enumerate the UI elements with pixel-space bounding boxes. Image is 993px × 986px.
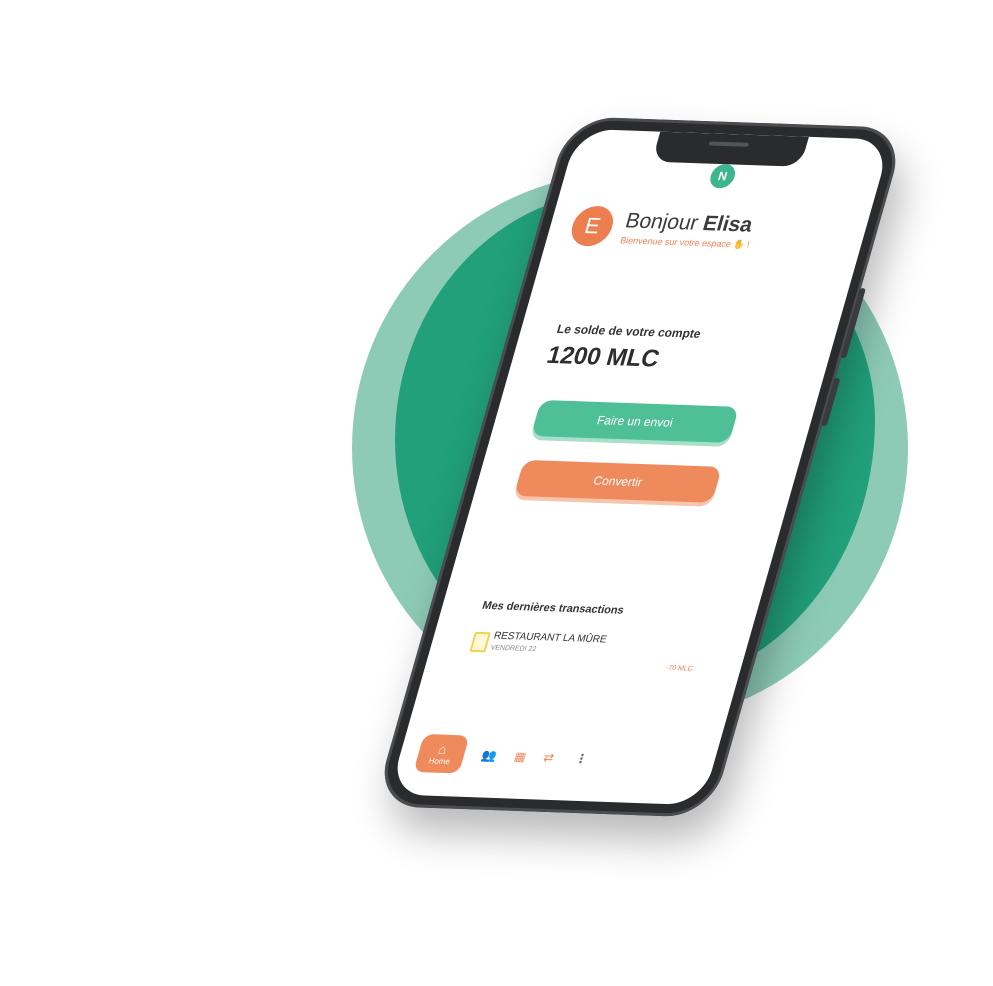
balance-value: 1200 MLC xyxy=(543,341,663,373)
store-icon[interactable]: ▦ xyxy=(513,749,528,763)
speaker-grille xyxy=(708,141,750,147)
balance-label: Le solde de votre compte xyxy=(555,321,703,341)
avatar[interactable]: E xyxy=(566,205,618,247)
brand-badge: N xyxy=(707,163,738,189)
greeting-header: E Bonjour Elisa Bienvenue sur votre espa… xyxy=(566,205,759,251)
receipt-icon xyxy=(469,631,491,653)
more-icon[interactable]: ⋮ xyxy=(574,751,590,765)
welcome-subtitle: Bienvenue sur votre espace ✋ ! xyxy=(619,235,751,251)
transaction-amount: -70 MLC xyxy=(664,664,694,673)
nav-home-button[interactable]: ⌂ Home xyxy=(413,733,470,774)
bottom-nav: ⌂ Home 👥 ▦ ⇄ ⋮ xyxy=(413,733,702,783)
greeting-word: Bonjour xyxy=(622,208,702,235)
transfer-icon[interactable]: ⇄ xyxy=(542,750,556,764)
transactions-title: Mes dernières transactions xyxy=(480,599,626,617)
users-icon[interactable]: 👥 xyxy=(480,748,499,763)
convert-button[interactable]: Convertir xyxy=(513,459,723,503)
send-button[interactable]: Faire un envoi xyxy=(530,399,740,443)
nav-home-label: Home xyxy=(427,755,452,766)
welcome-text: Bienvenue sur votre espace xyxy=(619,234,733,249)
wave-emoji-icon: ✋ ! xyxy=(732,238,752,250)
home-icon: ⌂ xyxy=(436,741,449,757)
greeting-title: Bonjour Elisa xyxy=(623,209,759,238)
user-name: Elisa xyxy=(700,211,756,237)
phone-notch xyxy=(651,131,809,167)
transaction-name: RESTAURANT LA MÛRE xyxy=(492,630,608,646)
transaction-date: VENDREDI 22 xyxy=(489,644,537,654)
list-item[interactable]: RESTAURANT LA MÛRE VENDREDI 22 -70 MLC xyxy=(465,628,704,676)
marketing-stage: N E Bonjour Elisa Bienvenue sur votre es… xyxy=(0,0,993,986)
